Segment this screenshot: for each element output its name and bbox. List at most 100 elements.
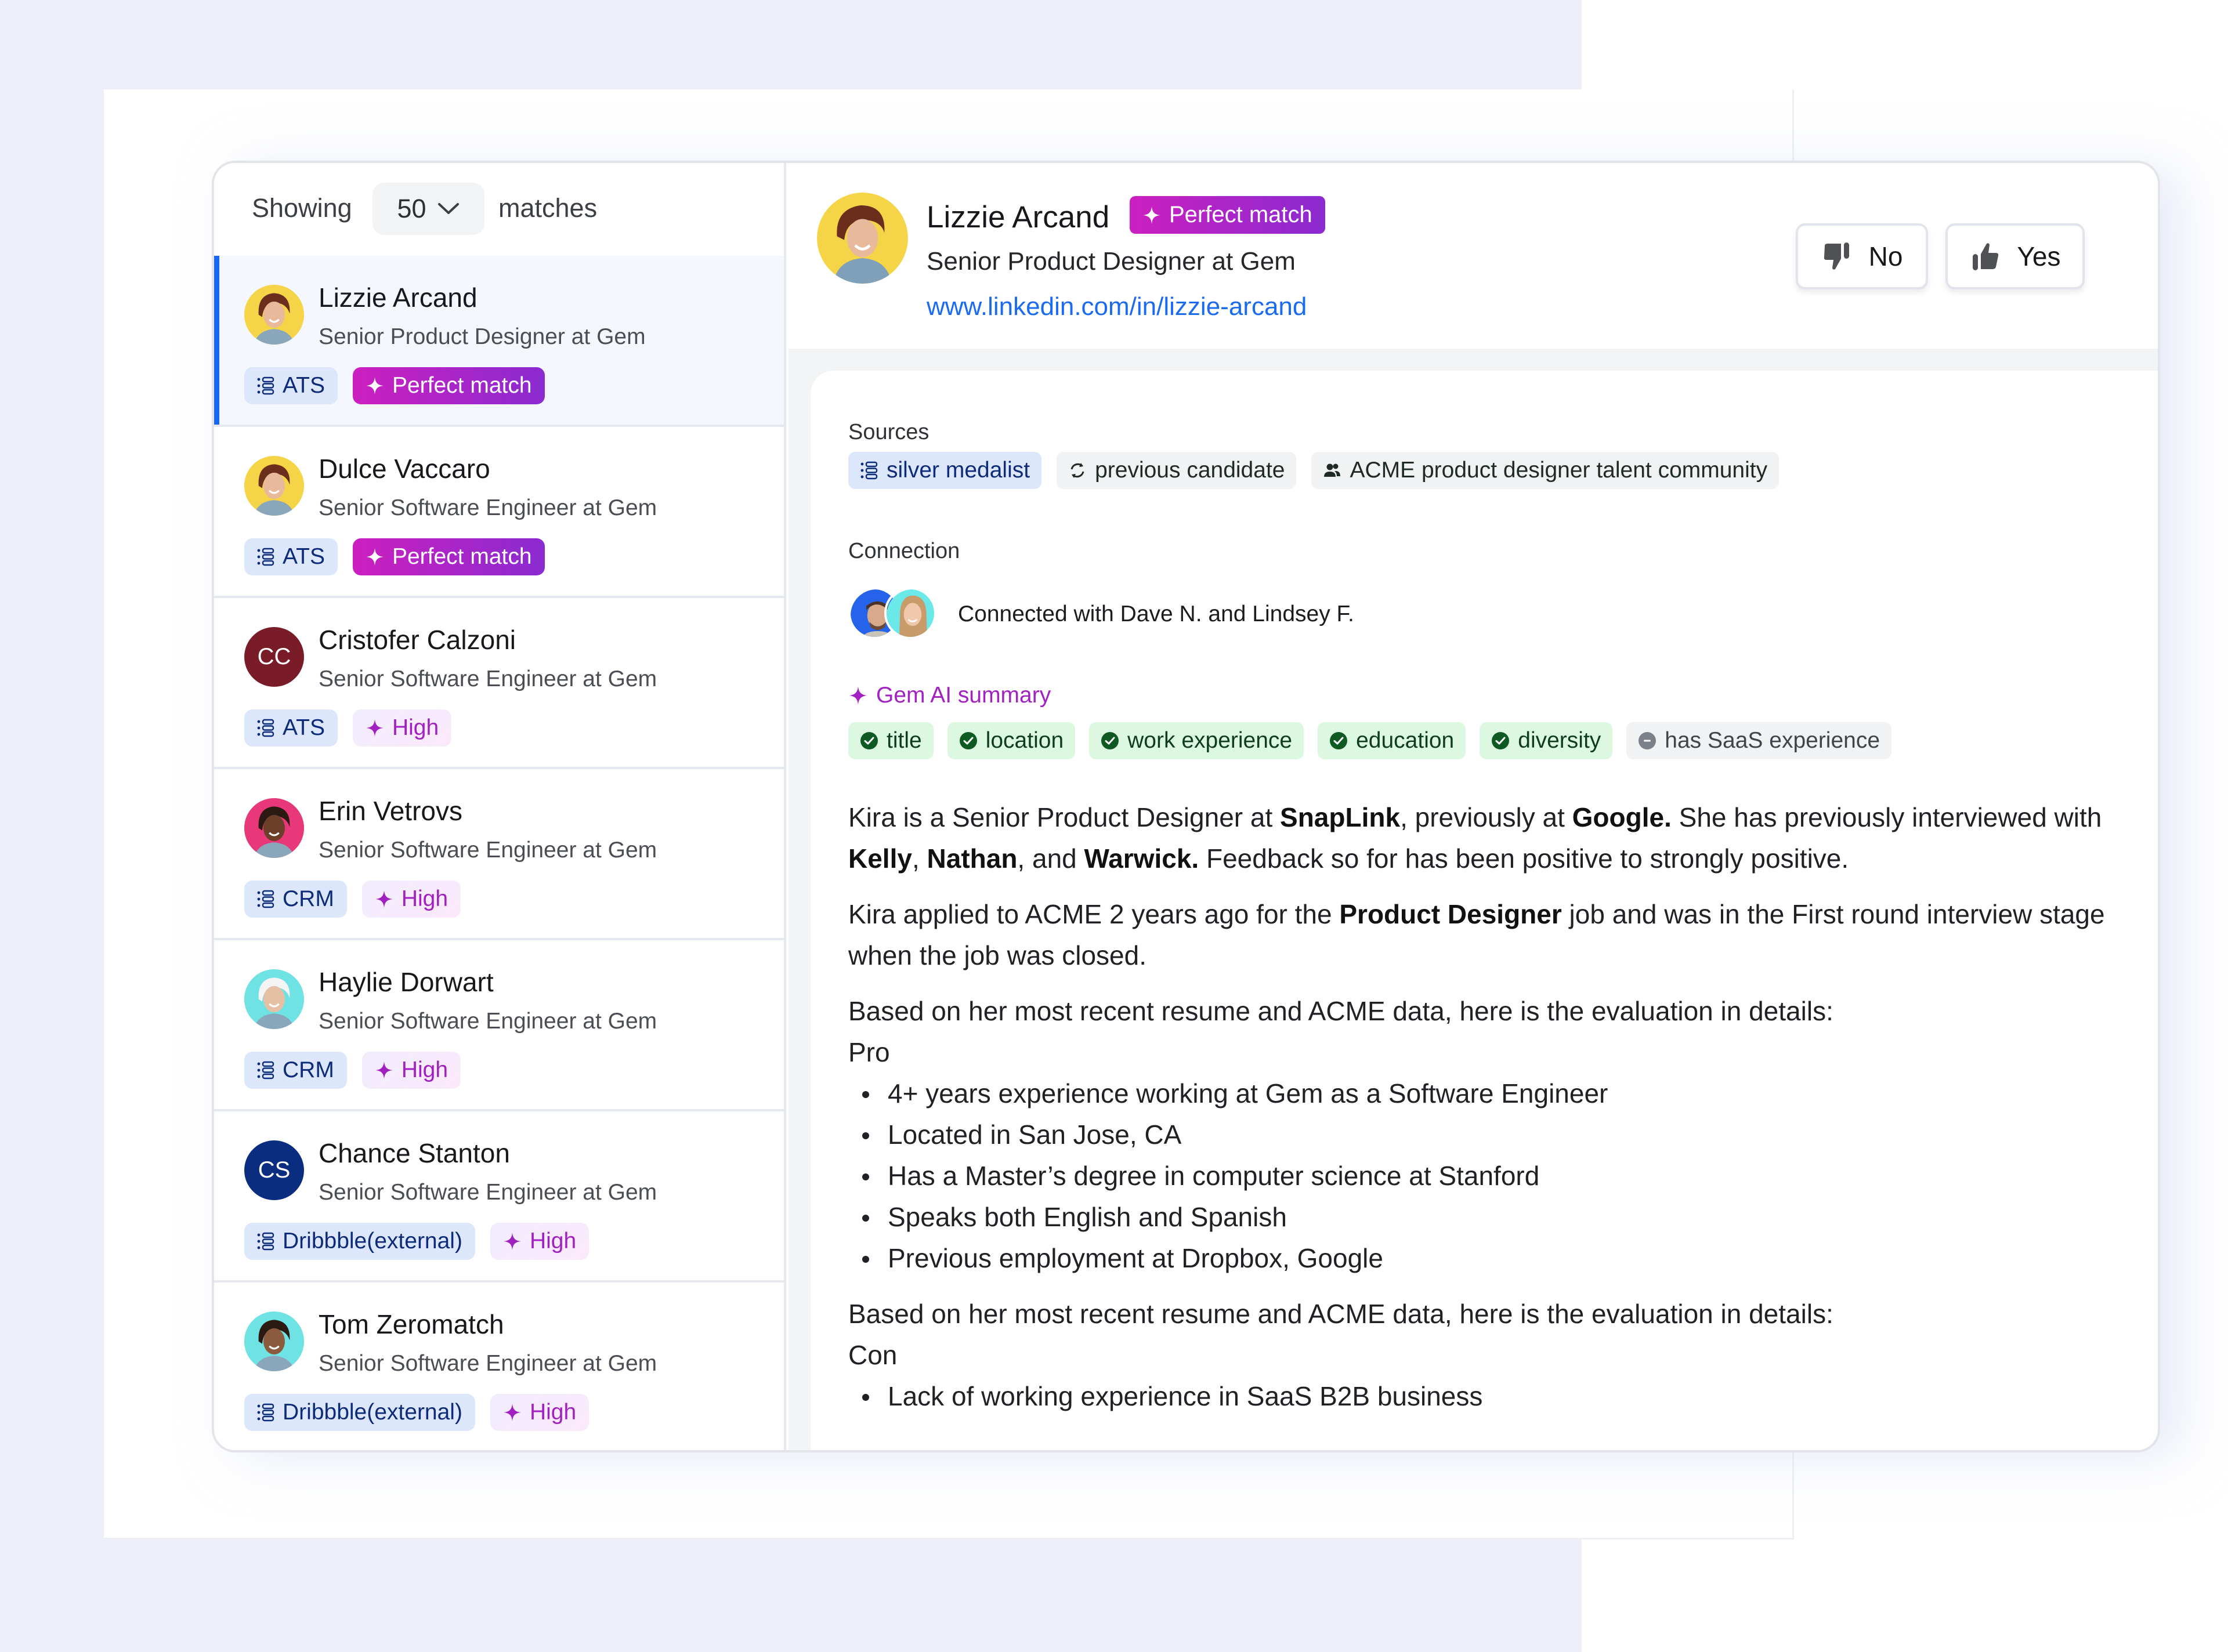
criteria-chip: education	[1318, 722, 1466, 759]
avatar	[244, 798, 304, 858]
summary-paragraph-2: Kira applied to ACME 2 years ago for the…	[848, 894, 2111, 976]
list-icon	[257, 890, 274, 908]
candidate-name: Erin Vetrovs	[319, 796, 462, 826]
avatar: CS	[244, 1140, 304, 1200]
connection-label: Connection	[848, 539, 960, 563]
list-icon	[860, 461, 878, 480]
source-tag: ATS	[244, 709, 338, 747]
candidate-name: Haylie Dorwart	[319, 967, 494, 997]
criteria-chip-label: work experience	[1127, 728, 1293, 753]
sparkle-icon	[366, 719, 384, 737]
candidate-title: Senior Software Engineer at Gem	[319, 495, 657, 520]
chevron-down-icon	[437, 203, 459, 214]
criteria-chip-label: title	[887, 728, 922, 753]
criteria-chip: diversity	[1480, 722, 1613, 759]
match-tag-label: High	[401, 1057, 449, 1082]
match-tag: Perfect match	[352, 538, 545, 575]
candidate-tags: CRM High	[244, 1052, 461, 1089]
yes-button[interactable]: Yes	[1945, 223, 2085, 289]
match-tag: High	[361, 1052, 461, 1089]
match-tag: High	[352, 709, 452, 747]
candidate-detail: Lizzie Arcand Perfect match Senior Produ…	[789, 163, 2158, 1450]
avatar	[244, 456, 304, 516]
candidate-list-item[interactable]: CS Chance Stanton Senior Software Engine…	[214, 1111, 784, 1283]
sparkle-icon	[366, 377, 384, 394]
summary-run: ,	[912, 843, 927, 874]
summary-emphasis: Warwick.	[1084, 843, 1199, 874]
candidate-matches-card: Showing 50 matches Lizzie Arcand Senior …	[212, 161, 2160, 1452]
perfect-match-label: Perfect match	[1169, 202, 1312, 227]
candidate-name: Lizzie Arcand	[319, 282, 478, 313]
thumbs-up-icon	[1973, 243, 1999, 270]
candidate-tags: ATS High	[244, 709, 452, 747]
avatar	[244, 969, 304, 1029]
source-chip: previous candidate	[1057, 452, 1297, 489]
match-count-value: 50	[397, 194, 426, 223]
source-chip: silver medalist	[848, 452, 1042, 489]
candidate-tags: Dribbble(external) High	[244, 1394, 589, 1431]
criteria-chip-label: has SaaS experience	[1665, 728, 1880, 753]
candidate-list: Showing 50 matches Lizzie Arcand Senior …	[214, 163, 786, 1450]
thumbs-down-icon	[1824, 242, 1849, 270]
match-tag: High	[490, 1394, 589, 1431]
source-tag-label: ATS	[283, 715, 325, 740]
minus-circle-icon	[1639, 732, 1656, 749]
candidate-list-item[interactable]: Erin Vetrovs Senior Software Engineer at…	[214, 769, 784, 940]
no-button[interactable]: No	[1796, 223, 1928, 289]
source-tag-label: CRM	[283, 1057, 334, 1082]
source-tag: CRM	[244, 881, 347, 918]
avatar-photo	[244, 798, 304, 858]
match-tag-label: Perfect match	[392, 373, 532, 398]
match-tag-label: High	[529, 1229, 577, 1254]
avatar-photo	[244, 456, 304, 516]
candidate-list-item[interactable]: CC Cristofer Calzoni Senior Software Eng…	[214, 598, 784, 769]
con-item: Lack of working experience in SaaS B2B b…	[848, 1376, 2111, 1417]
summary-run: , and	[1017, 843, 1084, 874]
match-tag-label: High	[392, 715, 439, 740]
candidate-list-item[interactable]: Haylie Dorwart Senior Software Engineer …	[214, 940, 784, 1111]
candidate-list-item[interactable]: Lizzie Arcand Senior Product Designer at…	[214, 256, 784, 427]
gem-ai-summary-label: Gem AI summary	[848, 683, 1051, 708]
source-chip: ACME product designer talent community	[1311, 452, 1779, 489]
pros-list: 4+ years experience working at Gem as a …	[848, 1073, 2111, 1279]
yes-label: Yes	[2017, 241, 2061, 271]
summary-emphasis: Kelly	[848, 843, 912, 874]
summary-emphasis: SnapLink	[1280, 802, 1401, 832]
pro-item: 4+ years experience working at Gem as a …	[848, 1073, 2111, 1114]
list-icon	[257, 719, 274, 737]
source-chip-label: previous candidate	[1095, 458, 1285, 483]
candidate-list-item[interactable]: Dulce Vaccaro Senior Software Engineer a…	[214, 427, 784, 598]
candidate-tags: Dribbble(external) High	[244, 1223, 589, 1260]
pro-item: Has a Master’s degree in computer scienc…	[848, 1155, 2111, 1197]
avatar-initials: CC	[257, 644, 291, 669]
people-icon	[1324, 463, 1341, 477]
candidate-list-item[interactable]: Tom Zeromatch Senior Software Engineer a…	[214, 1283, 784, 1450]
sparkle-icon	[375, 1062, 393, 1079]
cons-list: Lack of working experience in SaaS B2B b…	[848, 1376, 2111, 1417]
linkedin-link[interactable]: www.linkedin.com/in/lizzie-arcand	[927, 292, 1307, 321]
summary-emphasis: Nathan	[927, 843, 1018, 874]
match-tag-label: Perfect match	[392, 544, 532, 569]
summary-card: Sources silver medalist previous candidat…	[811, 371, 2158, 1450]
candidate-title: Senior Software Engineer at Gem	[319, 1351, 657, 1376]
source-tag-label: Dribbble(external)	[283, 1400, 462, 1425]
source-tag: CRM	[244, 1052, 347, 1089]
summary-run: Kira is a Senior Product Designer at	[848, 802, 1281, 832]
detail-candidate-name: Lizzie Arcand	[927, 200, 1110, 234]
detail-candidate-title: Senior Product Designer at Gem	[927, 247, 1296, 276]
criteria-chip: has SaaS experience	[1626, 722, 1892, 759]
match-count-dropdown[interactable]: 50	[372, 183, 484, 235]
matches-label: matches	[498, 193, 598, 223]
con-label: Con	[848, 1340, 898, 1370]
refresh-icon	[1070, 463, 1084, 478]
source-chip-label: silver medalist	[887, 458, 1030, 483]
summary-emphasis: Product Designer	[1339, 899, 1562, 929]
sparkle-icon	[366, 548, 384, 566]
match-tag: High	[490, 1223, 589, 1260]
no-label: No	[1868, 241, 1903, 271]
sources-chips: silver medalist previous candidate ACME pr…	[848, 452, 1779, 489]
criteria-chip-label: education	[1356, 728, 1455, 753]
criteria-chip-label: location	[985, 728, 1064, 753]
candidate-title: Senior Product Designer at Gem	[319, 324, 646, 349]
criteria-chips: title location work experience education div…	[848, 722, 1892, 759]
